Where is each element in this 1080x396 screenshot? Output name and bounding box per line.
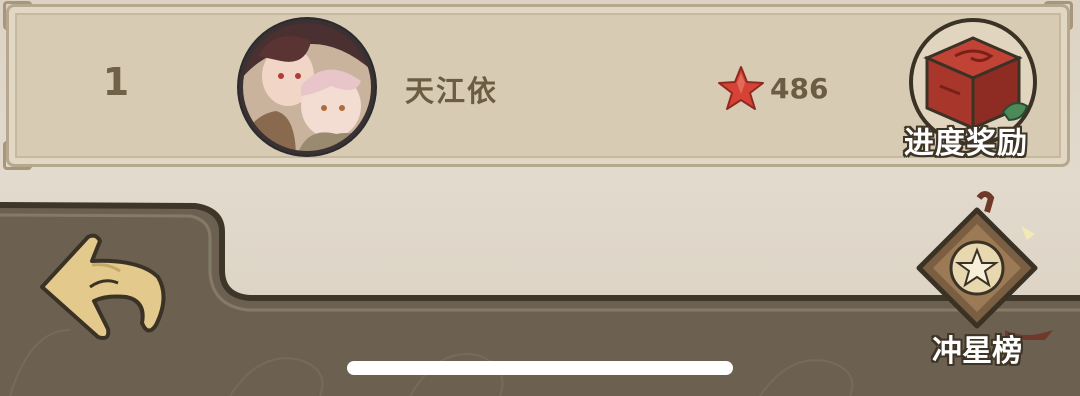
card-corner-ornament (1044, 1, 1073, 30)
star-badge-icon[interactable] (905, 190, 1055, 340)
star-ranking-button[interactable]: 冲星榜 (932, 326, 1022, 370)
player-name: 天江依 (405, 74, 499, 108)
card-corner-ornament (3, 141, 32, 170)
rank-number: 1 (102, 60, 130, 104)
star-icon (718, 66, 764, 110)
star-count: 486 (770, 72, 829, 105)
player-avatar[interactable] (236, 16, 378, 158)
progress-reward-button[interactable]: 进度奖励 (904, 118, 1028, 162)
back-arrow-icon[interactable] (30, 225, 170, 365)
card-corner-ornament (3, 1, 32, 30)
home-indicator[interactable] (347, 361, 733, 375)
